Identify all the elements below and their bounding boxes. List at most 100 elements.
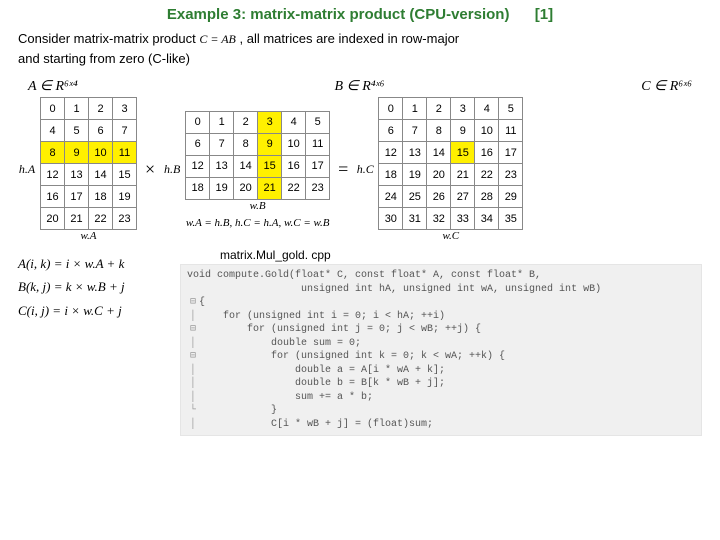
label-hC: h.C <box>356 162 374 177</box>
cell: 5 <box>65 120 89 142</box>
equation-cab: C = AB <box>199 32 236 46</box>
equals-operator: = <box>334 159 352 180</box>
cell: 21 <box>65 208 89 230</box>
cell: 6 <box>89 120 113 142</box>
set-A: A ∈ R⁶ˣ⁴ <box>28 78 78 95</box>
code-l8: sum += a * b; <box>199 392 373 403</box>
cell: 32 <box>427 208 451 230</box>
cell: 22 <box>475 164 499 186</box>
cell: 18 <box>379 164 403 186</box>
code-sig1: void compute.Gold(float* C, const float*… <box>187 270 541 281</box>
cell: 16 <box>475 142 499 164</box>
cell: 18 <box>89 186 113 208</box>
code-sig2: unsigned int hA, unsigned int wA, unsign… <box>187 284 601 295</box>
gutter-bar: │ <box>187 377 199 391</box>
matrix-A-col: 0123 4567 891011 12131415 16171819 20212… <box>40 97 137 242</box>
code-l7: double b = B[k * wB + j]; <box>199 378 445 389</box>
cell: 19 <box>113 186 137 208</box>
code-l1: { <box>199 297 205 308</box>
cell: 5 <box>306 111 330 133</box>
cell: 16 <box>282 155 306 177</box>
cell: 22 <box>89 208 113 230</box>
cell: 14 <box>427 142 451 164</box>
cell: 27 <box>451 186 475 208</box>
cell: 2 <box>234 111 258 133</box>
cell: 29 <box>499 186 523 208</box>
cell: 20 <box>41 208 65 230</box>
cell: 17 <box>65 186 89 208</box>
gutter-bar: │ <box>187 391 199 405</box>
reference-tag: [1] <box>535 6 553 23</box>
index-equations: A(i, k) = i × w.A + k B(k, j) = k × w.B … <box>18 246 168 436</box>
cell: 8 <box>41 142 65 164</box>
cell: 20 <box>427 164 451 186</box>
cell: 8 <box>234 133 258 155</box>
set-C: C ∈ R⁶ˣ⁶ <box>641 78 692 95</box>
label-hB: h.B <box>163 162 181 177</box>
cell: 35 <box>499 208 523 230</box>
cell: 9 <box>258 133 282 155</box>
cell: 1 <box>403 98 427 120</box>
cell: 19 <box>210 177 234 199</box>
cell: 14 <box>89 164 113 186</box>
gutter-bar: │ <box>187 364 199 378</box>
intro-line2: and starting from zero (C-like) <box>18 51 190 66</box>
cell: 24 <box>379 186 403 208</box>
matrix-C: 012345 67891011 121314151617 18192021222… <box>378 97 523 230</box>
cell: 4 <box>41 120 65 142</box>
cell: 0 <box>41 98 65 120</box>
cell: 11 <box>113 142 137 164</box>
code-l10: C[i * wB + j] = (float)sum; <box>199 419 433 430</box>
code-caption: matrix.Mul_gold. cpp <box>220 248 702 262</box>
code-column: matrix.Mul_gold. cpp void compute.Gold(f… <box>180 246 702 436</box>
cell: 13 <box>210 155 234 177</box>
cell: 23 <box>306 177 330 199</box>
gutter-bar: │ <box>187 418 199 432</box>
cell: 6 <box>379 120 403 142</box>
intro-paragraph: Consider matrix-matrix product C = AB , … <box>18 29 702 68</box>
cell: 12 <box>186 155 210 177</box>
eq-C: C(i, j) = i × w.C + j <box>18 299 168 322</box>
cell: 21 <box>451 164 475 186</box>
cell: 10 <box>89 142 113 164</box>
code-l9: } <box>199 405 277 416</box>
cell: 18 <box>186 177 210 199</box>
intro-pre: Consider matrix-matrix product <box>18 31 199 46</box>
cell: 22 <box>282 177 306 199</box>
page-title: Example 3: matrix-matrix product (CPU-ve… <box>167 6 510 23</box>
cell: 30 <box>379 208 403 230</box>
fold-icon: ⊟ <box>187 296 199 310</box>
gutter-bar: │ <box>187 337 199 351</box>
code-l2: for (unsigned int i = 0; i < hA; ++i) <box>199 311 445 322</box>
gutter-bar: │ <box>187 310 199 324</box>
label-wB: w.B <box>250 200 266 212</box>
cell: 3 <box>451 98 475 120</box>
cell: 33 <box>451 208 475 230</box>
cell: 20 <box>234 177 258 199</box>
cell: 12 <box>379 142 403 164</box>
times-operator: × <box>141 159 159 180</box>
cell: 31 <box>403 208 427 230</box>
cell: 6 <box>186 133 210 155</box>
cell: 28 <box>475 186 499 208</box>
matrix-A: 0123 4567 891011 12131415 16171819 20212… <box>40 97 137 230</box>
cell: 0 <box>186 111 210 133</box>
cell: 15 <box>258 155 282 177</box>
cell: 15 <box>113 164 137 186</box>
label-wC: w.C <box>443 230 460 242</box>
cell: 0 <box>379 98 403 120</box>
cell: 11 <box>499 120 523 142</box>
cell: 1 <box>210 111 234 133</box>
fold-end-icon: └ <box>187 404 199 418</box>
title-row: Example 3: matrix-matrix product (CPU-ve… <box>18 6 702 23</box>
cell: 17 <box>306 155 330 177</box>
cell: 4 <box>282 111 306 133</box>
cell: 2 <box>427 98 451 120</box>
label-wA: w.A <box>81 230 97 242</box>
cell: 10 <box>282 133 306 155</box>
cell: 13 <box>65 164 89 186</box>
code-l4: double sum = 0; <box>199 338 361 349</box>
cell: 9 <box>451 120 475 142</box>
cell: 15 <box>451 142 475 164</box>
cell: 8 <box>427 120 451 142</box>
